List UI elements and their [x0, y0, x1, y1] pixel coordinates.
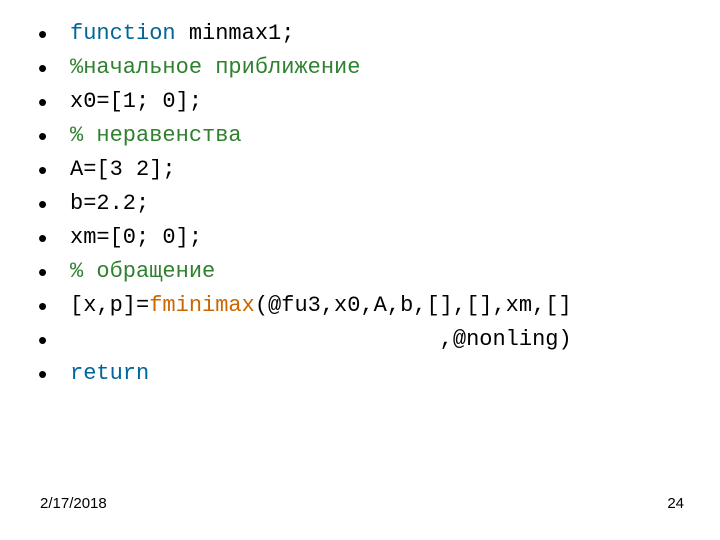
code-segment: minmax1; — [189, 21, 295, 46]
bullet-icon: • — [30, 360, 70, 388]
code-segment: % обращение — [70, 259, 215, 284]
code-line: •% неравенства — [30, 122, 690, 150]
code-line: •A=[3 2]; — [30, 156, 690, 184]
code-text: b=2.2; — [70, 190, 149, 218]
slide: •function minmax1;•%начальное приближени… — [0, 0, 720, 540]
code-segment: ,@nonling) — [70, 327, 572, 352]
code-text: xm=[0; 0]; — [70, 224, 202, 252]
code-text: A=[3 2]; — [70, 156, 176, 184]
code-text: % обращение — [70, 258, 215, 286]
bullet-icon: • — [30, 88, 70, 116]
code-text: %начальное приближение — [70, 54, 360, 82]
code-segment: [x,p]= — [70, 293, 149, 318]
code-line: •xm=[0; 0]; — [30, 224, 690, 252]
bullet-icon: • — [30, 54, 70, 82]
code-line: •% обращение — [30, 258, 690, 286]
code-segment: x0=[1; 0]; — [70, 89, 202, 114]
code-segment: fminimax — [149, 293, 255, 318]
code-line: •function minmax1; — [30, 20, 690, 48]
code-text: ,@nonling) — [70, 326, 572, 354]
code-segment: return — [70, 361, 149, 386]
bullet-icon: • — [30, 326, 70, 354]
code-segment: xm=[0; 0]; — [70, 225, 202, 250]
code-segment: A=[3 2]; — [70, 157, 176, 182]
bullet-icon: • — [30, 190, 70, 218]
code-text: [x,p]=fminimax(@fu3,x0,A,b,[],[],xm,[] — [70, 292, 572, 320]
code-segment: % неравенства — [70, 123, 242, 148]
footer-date: 2/17/2018 — [40, 495, 107, 512]
footer: 2/17/2018 24 — [40, 495, 684, 512]
code-text: return — [70, 360, 149, 388]
code-text: function minmax1; — [70, 20, 294, 48]
code-segment: function — [70, 21, 189, 46]
code-line: •%начальное приближение — [30, 54, 690, 82]
code-text: x0=[1; 0]; — [70, 88, 202, 116]
bullet-icon: • — [30, 156, 70, 184]
code-line: •return — [30, 360, 690, 388]
code-segment: %начальное приближение — [70, 55, 360, 80]
bullet-icon: • — [30, 224, 70, 252]
code-text: % неравенства — [70, 122, 242, 150]
bullet-icon: • — [30, 20, 70, 48]
footer-page-number: 24 — [667, 495, 684, 512]
code-segment: b=2.2; — [70, 191, 149, 216]
bullet-icon: • — [30, 258, 70, 286]
code-list: •function minmax1;•%начальное приближени… — [30, 20, 690, 388]
bullet-icon: • — [30, 292, 70, 320]
code-line: •[x,p]=fminimax(@fu3,x0,A,b,[],[],xm,[] — [30, 292, 690, 320]
code-segment: (@fu3,x0,A,b,[],[],xm,[] — [255, 293, 572, 318]
code-line: • ,@nonling) — [30, 326, 690, 354]
code-line: •x0=[1; 0]; — [30, 88, 690, 116]
bullet-icon: • — [30, 122, 70, 150]
code-line: •b=2.2; — [30, 190, 690, 218]
